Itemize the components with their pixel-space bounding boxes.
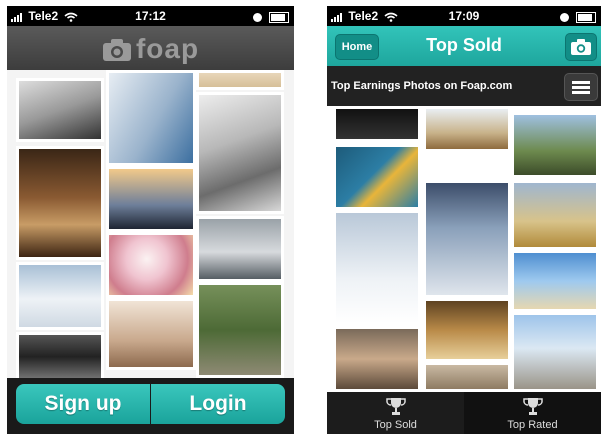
alarm-icon bbox=[559, 13, 569, 23]
tab-label: Top Rated bbox=[507, 419, 558, 431]
photo-thumbnail[interactable] bbox=[333, 106, 421, 142]
battery-icon bbox=[269, 12, 289, 24]
photo-grid bbox=[327, 106, 601, 392]
photo-thumbnail[interactable] bbox=[106, 232, 196, 298]
photo-thumbnail[interactable] bbox=[511, 312, 599, 392]
photo-thumbnail[interactable] bbox=[423, 362, 511, 392]
photo-thumbnail[interactable] bbox=[333, 326, 421, 392]
photo-thumbnail[interactable] bbox=[423, 298, 511, 362]
right-phone-screen: Tele2 17:09 Home Top Sold Top Earnings P… bbox=[327, 6, 601, 434]
battery-icon bbox=[576, 12, 596, 24]
photo-thumbnail[interactable] bbox=[106, 298, 196, 370]
photo-thumbnail[interactable] bbox=[196, 216, 284, 282]
tab-label: Top Sold bbox=[374, 419, 417, 431]
sub-header-title: Top Earnings Photos on Foap.com bbox=[331, 80, 513, 92]
tab-top-rated[interactable]: Top Rated bbox=[464, 392, 601, 434]
login-button[interactable]: Login bbox=[151, 384, 285, 424]
photo-thumbnail[interactable] bbox=[16, 146, 104, 260]
status-time: 17:12 bbox=[135, 9, 166, 23]
photo-thumbnail[interactable] bbox=[196, 282, 284, 378]
photo-thumbnail[interactable] bbox=[511, 250, 599, 312]
photo-thumbnail[interactable] bbox=[511, 180, 599, 250]
photo-grid bbox=[7, 70, 294, 378]
photo-thumbnail[interactable] bbox=[16, 78, 104, 142]
status-bar: Tele2 17:12 bbox=[7, 6, 294, 26]
trophy-icon bbox=[522, 398, 543, 415]
tab-top-sold[interactable]: Top Sold bbox=[327, 392, 464, 434]
photo-thumbnail[interactable] bbox=[106, 70, 196, 166]
photo-thumbnail[interactable] bbox=[196, 92, 284, 214]
tab-bar: Top Sold Top Rated bbox=[327, 392, 601, 434]
photo-thumbnail[interactable] bbox=[106, 166, 196, 232]
photo-thumbnail[interactable] bbox=[16, 332, 104, 378]
trophy-icon bbox=[385, 398, 406, 415]
status-right bbox=[252, 10, 289, 24]
alarm-icon bbox=[252, 13, 262, 23]
menu-button[interactable] bbox=[564, 73, 598, 101]
photo-thumbnail[interactable] bbox=[333, 144, 421, 210]
photo-thumbnail[interactable] bbox=[423, 180, 511, 298]
photo-thumbnail[interactable] bbox=[196, 70, 284, 90]
camera-icon bbox=[571, 39, 591, 55]
photo-thumbnail[interactable] bbox=[423, 106, 511, 152]
photo-thumbnail[interactable] bbox=[511, 112, 599, 178]
photo-thumbnail[interactable] bbox=[16, 262, 104, 330]
top-nav-bar: Home Top Sold bbox=[327, 26, 601, 66]
brand-bar: foap bbox=[7, 26, 294, 70]
auth-bar: Sign up Login bbox=[7, 378, 294, 434]
left-phone-screen: Tele2 17:12 foap Sign up Login bbox=[7, 6, 294, 434]
sub-header: Top Earnings Photos on Foap.com bbox=[327, 66, 601, 106]
camera-icon bbox=[102, 39, 131, 61]
photo-thumbnail[interactable] bbox=[333, 210, 421, 326]
brand-name: foap bbox=[135, 33, 200, 64]
signup-button[interactable]: Sign up bbox=[16, 384, 150, 424]
page-title: Top Sold bbox=[426, 35, 502, 55]
status-bar: Tele2 17:09 bbox=[327, 6, 601, 26]
camera-button[interactable] bbox=[565, 33, 597, 61]
status-right bbox=[559, 10, 596, 24]
brand-logo: foap bbox=[7, 33, 294, 65]
